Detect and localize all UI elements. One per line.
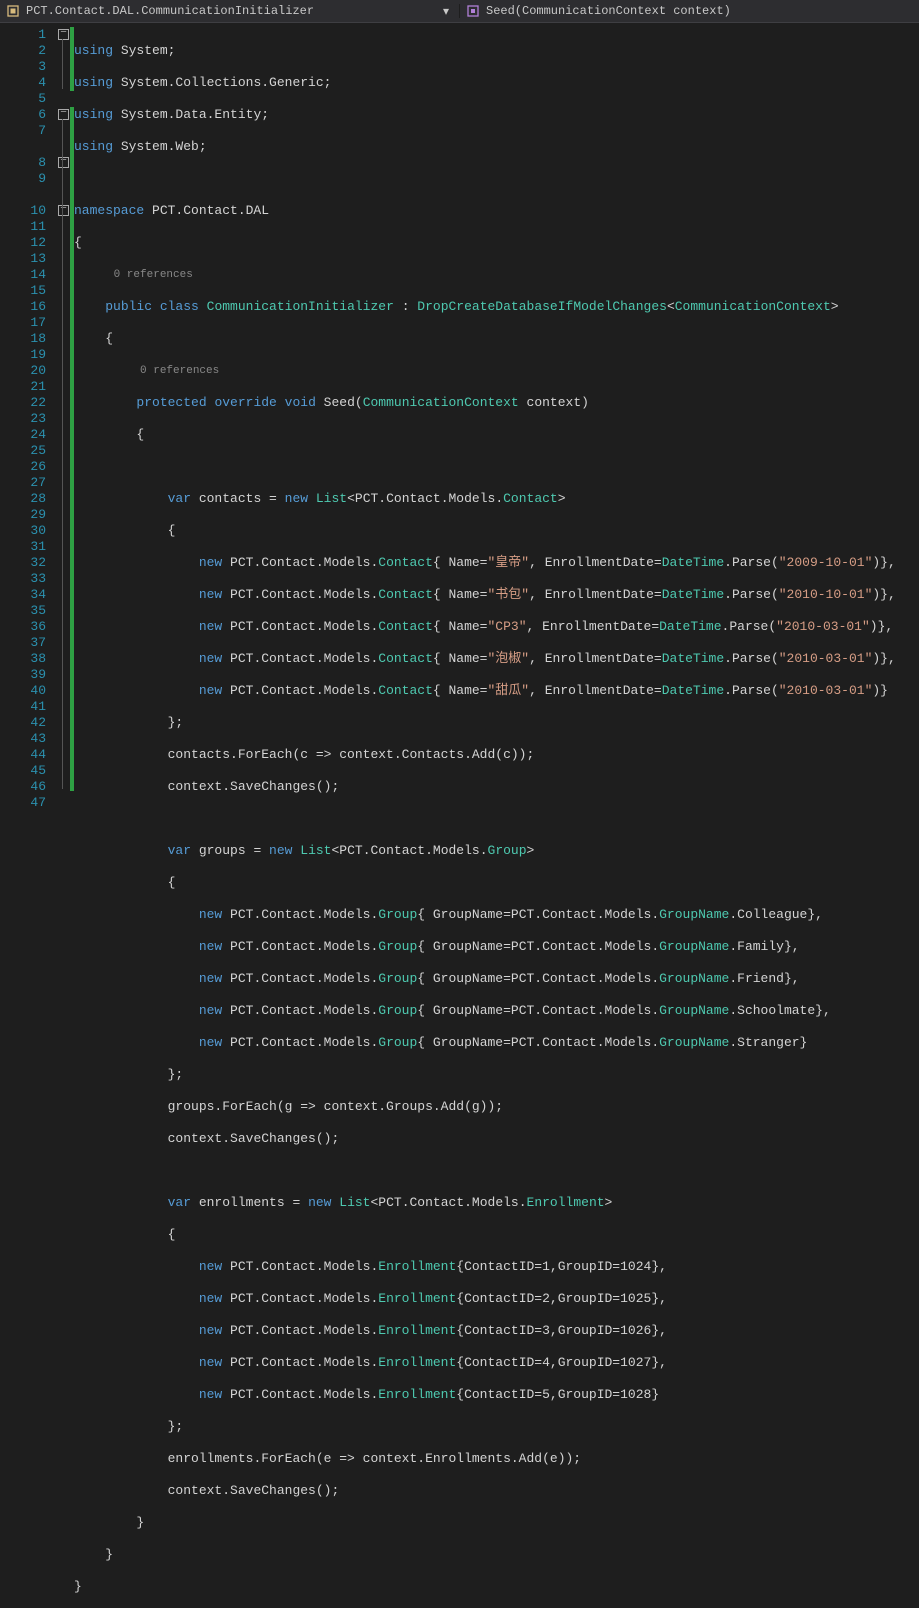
line-number: 45 bbox=[0, 763, 56, 779]
line-number: 46 bbox=[0, 779, 56, 795]
line-number: 36 bbox=[0, 619, 56, 635]
line-number: 20 bbox=[0, 363, 56, 379]
breadcrumb-left-text: PCT.Contact.DAL.CommunicationInitializer bbox=[26, 4, 314, 18]
method-icon bbox=[466, 4, 480, 18]
change-marker bbox=[70, 107, 74, 791]
line-number: 19 bbox=[0, 347, 56, 363]
line-number: 47 bbox=[0, 795, 56, 811]
line-number: 4 bbox=[0, 75, 56, 91]
change-bar bbox=[70, 23, 74, 1608]
line-number: 32 bbox=[0, 555, 56, 571]
line-number: 15 bbox=[0, 283, 56, 299]
breadcrumb-right[interactable]: Seed(CommunicationContext context) bbox=[459, 4, 919, 18]
line-number: 42 bbox=[0, 715, 56, 731]
line-number: 40 bbox=[0, 683, 56, 699]
line-number: 28 bbox=[0, 491, 56, 507]
fold-column: − − − − bbox=[56, 23, 70, 1608]
line-number-gutter: 1234567891011121314151617181920212223242… bbox=[0, 23, 56, 1608]
line-number: 17 bbox=[0, 315, 56, 331]
fold-guide bbox=[62, 119, 63, 789]
line-number: 24 bbox=[0, 427, 56, 443]
line-number: 31 bbox=[0, 539, 56, 555]
line-number: 21 bbox=[0, 379, 56, 395]
line-number: 37 bbox=[0, 635, 56, 651]
line-number: 34 bbox=[0, 587, 56, 603]
line-number: 12 bbox=[0, 235, 56, 251]
line-number: 23 bbox=[0, 411, 56, 427]
fold-toggle[interactable]: − bbox=[58, 205, 69, 216]
change-marker bbox=[70, 27, 74, 91]
breadcrumb-bar: PCT.Contact.DAL.CommunicationInitializer… bbox=[0, 0, 919, 23]
line-number: 22 bbox=[0, 395, 56, 411]
class-icon bbox=[6, 4, 20, 18]
codelens-references[interactable]: 0 references bbox=[74, 363, 896, 379]
line-number: 27 bbox=[0, 475, 56, 491]
fold-guide bbox=[62, 39, 63, 89]
line-number: 8 bbox=[0, 155, 56, 171]
breadcrumb-right-text: Seed(CommunicationContext context) bbox=[486, 4, 731, 18]
line-number: 18 bbox=[0, 331, 56, 347]
line-number: 3 bbox=[0, 59, 56, 75]
fold-toggle[interactable]: − bbox=[58, 109, 69, 120]
line-number: 29 bbox=[0, 507, 56, 523]
line-number bbox=[0, 139, 56, 155]
line-number: 16 bbox=[0, 299, 56, 315]
line-number: 7 bbox=[0, 123, 56, 139]
line-number: 13 bbox=[0, 251, 56, 267]
code-editor[interactable]: 1234567891011121314151617181920212223242… bbox=[0, 23, 919, 1608]
line-number: 38 bbox=[0, 651, 56, 667]
line-number bbox=[0, 187, 56, 203]
line-number: 43 bbox=[0, 731, 56, 747]
line-number: 5 bbox=[0, 91, 56, 107]
line-number: 10 bbox=[0, 203, 56, 219]
line-number: 25 bbox=[0, 443, 56, 459]
line-number: 6 bbox=[0, 107, 56, 123]
code-area[interactable]: using System; using System.Collections.G… bbox=[74, 23, 896, 1608]
line-number: 41 bbox=[0, 699, 56, 715]
fold-toggle[interactable]: − bbox=[58, 29, 69, 40]
line-number: 1 bbox=[0, 27, 56, 43]
line-number: 30 bbox=[0, 523, 56, 539]
line-number: 26 bbox=[0, 459, 56, 475]
line-number: 44 bbox=[0, 747, 56, 763]
line-number: 9 bbox=[0, 171, 56, 187]
line-number: 14 bbox=[0, 267, 56, 283]
breadcrumb-left[interactable]: PCT.Contact.DAL.CommunicationInitializer… bbox=[0, 4, 459, 19]
line-number: 39 bbox=[0, 667, 56, 683]
codelens-references[interactable]: 0 references bbox=[74, 267, 896, 283]
line-number: 33 bbox=[0, 571, 56, 587]
fold-toggle[interactable]: − bbox=[58, 157, 69, 168]
dropdown-arrow-icon[interactable]: ▾ bbox=[439, 4, 453, 19]
line-number: 11 bbox=[0, 219, 56, 235]
line-number: 2 bbox=[0, 43, 56, 59]
line-number: 35 bbox=[0, 603, 56, 619]
